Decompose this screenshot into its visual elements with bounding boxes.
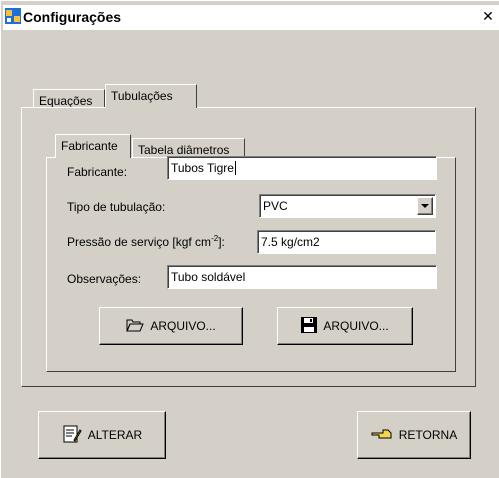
tab-tabela-diametros-label: Tabela diâmetros — [138, 143, 230, 157]
observacoes-input[interactable]: Tubo soldável — [167, 265, 437, 289]
floppy-disk-icon — [301, 316, 318, 336]
save-file-label: ARQUIVO... — [323, 319, 389, 333]
title-bar[interactable]: Configurações ✕ — [3, 5, 499, 30]
tab-fabricante[interactable]: Fabricante — [55, 134, 131, 158]
fabricante-input[interactable]: Tubos Tigre — [167, 156, 437, 180]
pressao-value: 7.5 kg/cm2 — [261, 235, 320, 249]
retorna-button[interactable]: RETORNA — [357, 411, 471, 459]
fabricante-label: Fabricante: — [67, 165, 128, 179]
open-file-button[interactable]: ARQUIVO... — [99, 307, 243, 345]
tipo-tubulacao-select[interactable]: PVC — [259, 194, 436, 218]
tab-equacoes-label: Equações — [39, 94, 93, 108]
tab-tubulacoes[interactable]: Tubulações — [105, 84, 197, 108]
alterar-label: ALTERAR — [87, 428, 143, 442]
tab-fabricante-label: Fabricante — [61, 139, 118, 153]
pressao-label: Pressão de serviço [kgf cm-2]: — [67, 234, 225, 249]
save-file-button[interactable]: ARQUIVO... — [277, 307, 413, 345]
tipo-tubulacao-label: Tipo de tubulação: — [67, 200, 166, 214]
pressao-label-main: Pressão de serviço [kgf cm — [67, 235, 212, 249]
alterar-button[interactable]: ALTERAR — [38, 411, 166, 459]
observacoes-value: Tubo soldável — [171, 270, 246, 284]
pressao-label-end: ]: — [218, 235, 225, 249]
pressao-input[interactable]: 7.5 kg/cm2 — [257, 230, 436, 254]
tipo-tubulacao-value: PVC — [263, 199, 288, 213]
open-file-label: ARQUIVO... — [150, 319, 216, 333]
configuracoes-window: Configurações ✕ Equações Tubulações Fabr… — [0, 0, 499, 478]
app-icon — [5, 8, 21, 24]
observacoes-label: Observações: — [67, 272, 142, 286]
fabricante-value: Tubos Tigre — [171, 161, 234, 175]
tab-tubulacoes-label: Tubulações — [111, 89, 173, 103]
window-title: Configurações — [23, 9, 122, 25]
edit-document-icon — [62, 424, 82, 447]
chevron-down-icon[interactable] — [417, 197, 433, 215]
close-icon[interactable]: ✕ — [480, 9, 496, 23]
retorna-label: RETORNA — [398, 428, 458, 442]
folder-open-icon — [126, 318, 145, 335]
pointing-hand-icon — [371, 427, 393, 444]
text-caret — [234, 161, 236, 175]
